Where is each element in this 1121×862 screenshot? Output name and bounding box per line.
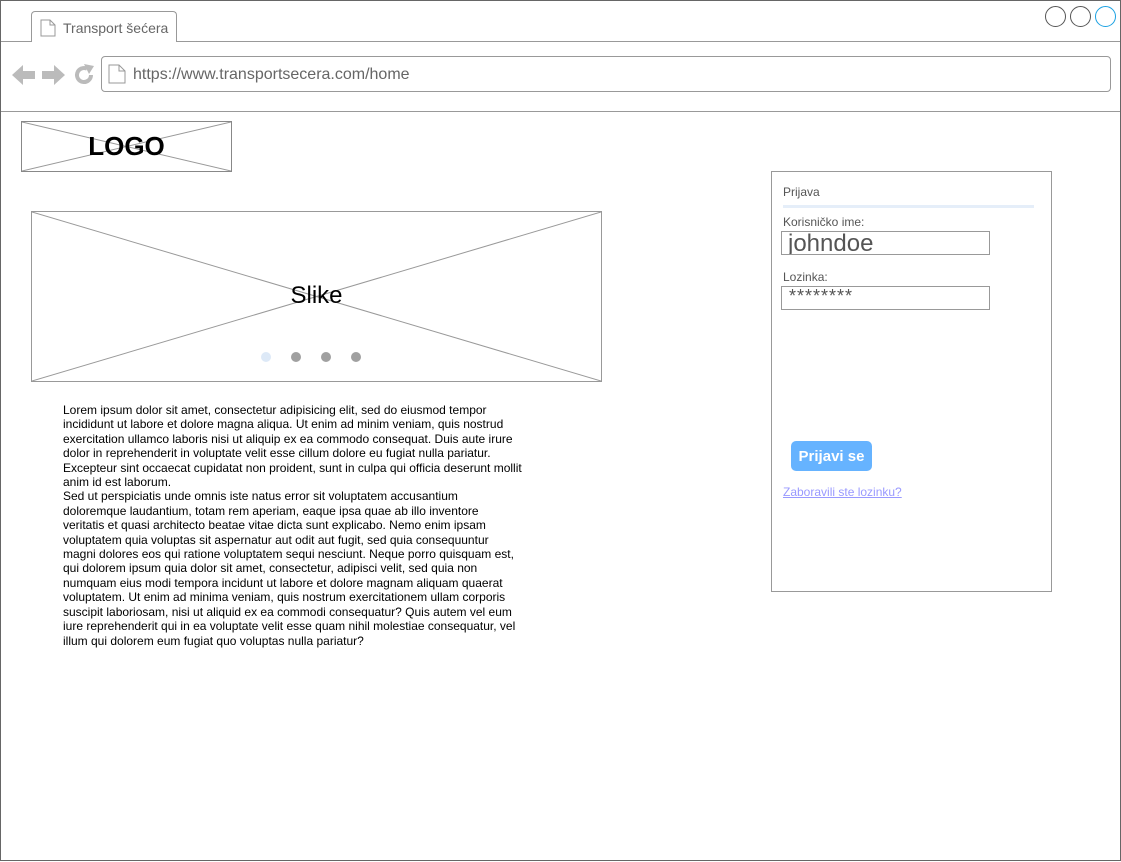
reload-icon[interactable] (72, 63, 96, 87)
tab-title: Transport šećera (63, 20, 169, 36)
url-text: https://www.transportsecera.com/home (133, 66, 410, 83)
password-label: Lozinka: (783, 270, 828, 284)
paragraph: Sed ut perspiciatis unde omnis iste natu… (63, 489, 516, 648)
carousel-dot-1[interactable] (261, 352, 271, 362)
body-text: Lorem ipsum dolor sit amet, consectetur … (63, 403, 523, 648)
title-divider (783, 205, 1034, 208)
forward-arrow-icon[interactable] (41, 64, 65, 86)
maximize-button[interactable] (1070, 6, 1091, 27)
carousel-dot-3[interactable] (321, 352, 331, 362)
login-title: Prijava (783, 185, 820, 199)
username-field[interactable]: johndoe (781, 231, 990, 255)
tab-bar: Transport šećera (1, 1, 1120, 42)
username-label: Korisničko ime: (783, 215, 865, 229)
forgot-password-link[interactable]: Zaboravili ste lozinku? (783, 485, 902, 499)
carousel-dot-2[interactable] (291, 352, 301, 362)
close-button[interactable] (1095, 6, 1116, 27)
image-carousel[interactable]: Slike (31, 211, 602, 382)
login-button[interactable]: Prijavi se (791, 441, 872, 471)
browser-tab[interactable]: Transport šećera (31, 11, 177, 42)
minimize-button[interactable] (1045, 6, 1066, 27)
login-panel: Prijava Korisničko ime: johndoe Lozinka:… (771, 171, 1052, 592)
browser-window: Transport šećera https://www.transportse… (0, 0, 1121, 861)
navigation-bar: https://www.transportsecera.com/home (1, 42, 1120, 112)
carousel-label: Slike (290, 282, 343, 309)
logo-placeholder: LOGO (21, 121, 232, 172)
address-bar[interactable]: https://www.transportsecera.com/home (101, 56, 1111, 92)
logo-label: LOGO (88, 131, 165, 161)
carousel-dot-4[interactable] (351, 352, 361, 362)
page-icon (40, 19, 56, 37)
page-icon (108, 64, 126, 84)
back-arrow-icon[interactable] (12, 64, 36, 86)
paragraph: Lorem ipsum dolor sit amet, consectetur … (63, 403, 522, 490)
password-field[interactable]: ******** (781, 286, 990, 310)
